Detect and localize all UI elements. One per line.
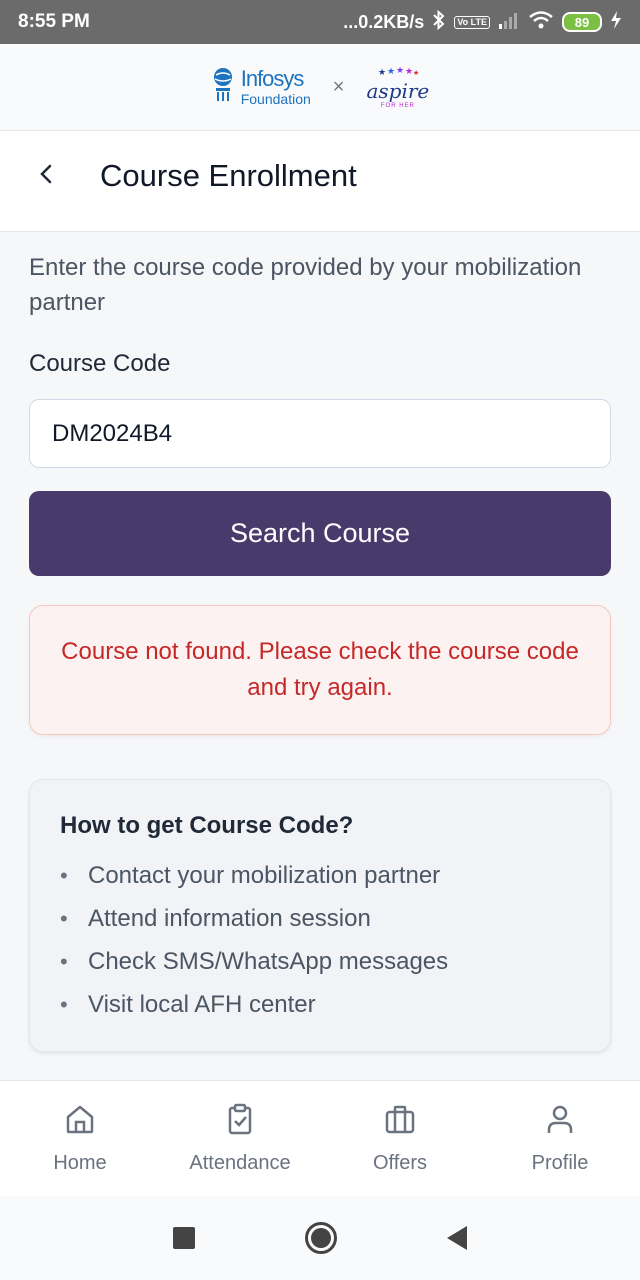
signal-icon <box>498 11 520 34</box>
infosys-sub: Foundation <box>240 91 311 107</box>
list-item: • Check SMS/WhatsApp messages <box>60 940 580 983</box>
nav-item-attendance[interactable]: Attendance <box>160 1102 320 1175</box>
infosys-name: Infosys <box>240 66 305 91</box>
chevron-left-icon <box>40 164 52 183</box>
charging-icon <box>610 10 622 35</box>
svg-text:★: ★ <box>396 66 405 75</box>
bullet-icon: • <box>60 863 68 888</box>
briefcase-icon <box>383 1102 417 1142</box>
intro-text: Enter the course code provided by your m… <box>29 254 582 316</box>
volte-icon: Vo LTE <box>454 15 490 29</box>
globe-icon <box>211 67 235 108</box>
home-system-button[interactable] <box>305 1222 337 1254</box>
status-time: 8:55 PM <box>18 11 90 32</box>
nav-label-profile: Profile <box>531 1152 589 1174</box>
status-bar: 8:55 PM ...0.2KB/s Vo LTE 89 <box>0 0 640 44</box>
stars-icon: ★ ★ ★ ★ ★ <box>376 65 420 79</box>
nav-item-offers[interactable]: Offers <box>320 1102 480 1175</box>
search-course-button[interactable]: Search Course <box>29 491 611 576</box>
svg-text:★: ★ <box>387 66 396 76</box>
logo-separator: × <box>332 75 345 98</box>
help-list: • Contact your mobilization partner • Atte… <box>60 854 580 1026</box>
bullet-icon: • <box>60 992 68 1017</box>
recents-button[interactable] <box>173 1227 195 1249</box>
clipboard-icon <box>223 1102 257 1142</box>
help-card: How to get Course Code? • Contact your mo… <box>29 779 611 1052</box>
wifi-icon <box>528 10 554 35</box>
bluetooth-icon <box>432 9 446 35</box>
aspire-name: aspire <box>366 78 430 103</box>
home-circle-icon <box>311 1228 331 1248</box>
help-item-text: Visit local AFH center <box>88 991 316 1018</box>
back-button[interactable] <box>38 161 78 192</box>
course-code-label: Course Code <box>29 350 171 377</box>
page-header: Course Enrollment <box>0 131 640 232</box>
system-navigation-bar <box>0 1196 640 1280</box>
network-speed: ...0.2KB/s <box>343 11 425 32</box>
svg-text:★: ★ <box>378 67 387 76</box>
error-alert: Course not found. Please check the cours… <box>29 605 611 735</box>
svg-text:★: ★ <box>413 69 420 76</box>
nav-item-profile[interactable]: Profile <box>480 1102 640 1175</box>
help-item-text: Attend information session <box>88 905 371 932</box>
partner-logos-header: Infosys Foundation × ★ ★ ★ ★ ★ aspire FOR HE… <box>0 44 640 131</box>
list-item: • Visit local AFH center <box>60 983 580 1026</box>
nav-label-attendance: Attendance <box>189 1152 291 1174</box>
course-code-input[interactable] <box>29 399 611 468</box>
list-item: • Attend information session <box>60 897 580 940</box>
page-title: Course Enrollment <box>100 158 357 193</box>
infosys-foundation-logo: Infosys Foundation <box>211 67 311 108</box>
nav-item-home[interactable]: Home <box>0 1102 160 1175</box>
home-icon <box>63 1102 97 1142</box>
nav-label-home: Home <box>53 1152 107 1174</box>
bottom-navigation: Home Attendance Offers Profile <box>0 1080 640 1196</box>
aspire-sub: FOR HER <box>380 102 415 109</box>
help-title: How to get Course Code? <box>60 812 354 839</box>
error-message: Course not found. Please check the cours… <box>61 638 579 701</box>
nav-label-offers: Offers <box>372 1152 428 1174</box>
battery-icon: 89 <box>562 12 602 32</box>
back-system-button[interactable] <box>447 1226 467 1250</box>
status-icons: ...0.2KB/s Vo LTE 89 <box>343 9 622 35</box>
user-icon <box>543 1102 577 1142</box>
bullet-icon: • <box>60 949 68 974</box>
aspire-for-her-logo: ★ ★ ★ ★ ★ aspire FOR HER <box>366 65 430 109</box>
list-item: • Contact your mobilization partner <box>60 854 580 897</box>
bullet-icon: • <box>60 906 68 931</box>
help-item-text: Check SMS/WhatsApp messages <box>88 948 449 975</box>
help-item-text: Contact your mobilization partner <box>88 862 441 889</box>
